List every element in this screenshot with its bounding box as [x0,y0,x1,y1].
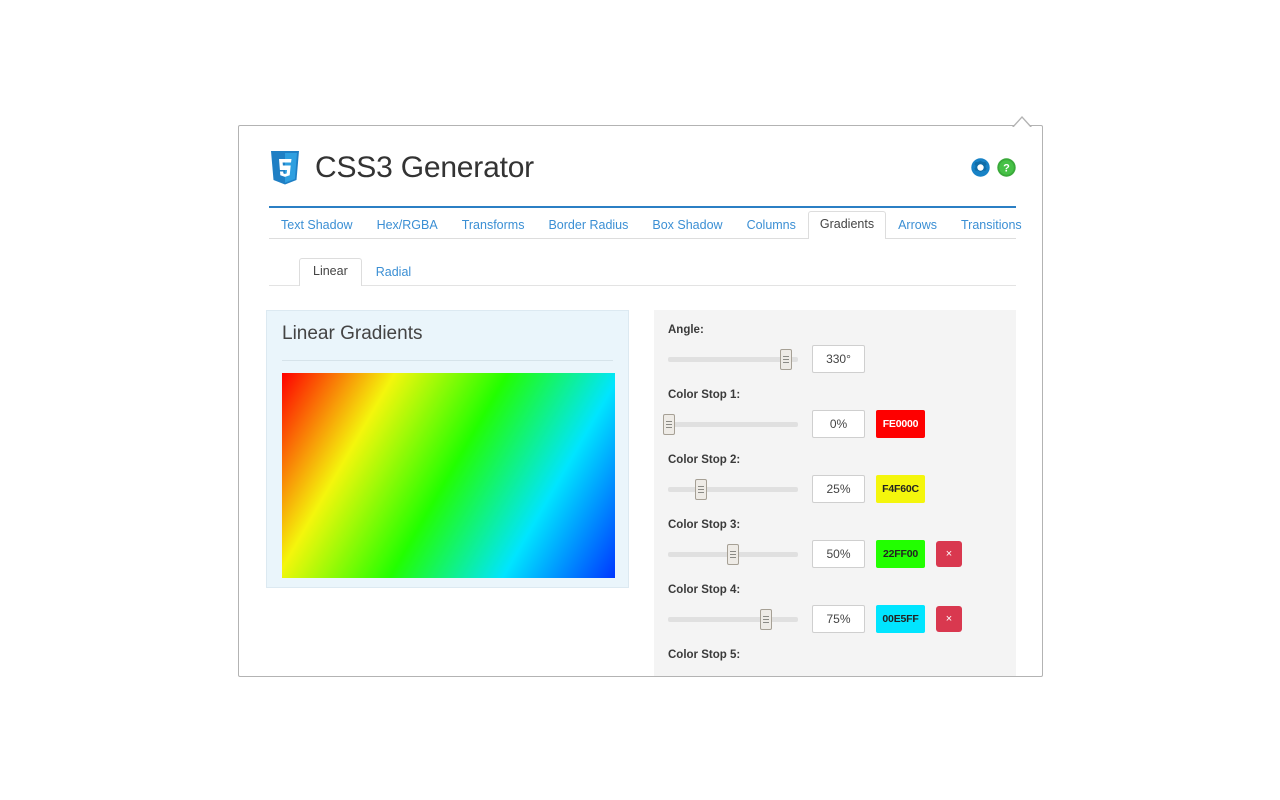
angle-slider[interactable] [668,346,798,372]
slider-handle[interactable] [759,609,772,630]
gradient-controls-panel: Angle: Color Stop 1: FE0000 Color Stop 2: F4… [654,310,1016,676]
color-stop-4-position-input[interactable] [812,605,865,633]
slider-handle[interactable] [727,544,739,565]
color-stop-1-color-swatch[interactable]: FE0000 [876,410,925,438]
angle-row [668,345,1016,373]
color-stop-2-position-input[interactable] [812,475,865,503]
color-stop-3-delete-button[interactable]: × [936,541,962,567]
header-icon-group: ? [971,158,1016,177]
page-title: CSS3 Generator [315,151,534,184]
app-header: CSS3 Generator ? [239,126,1042,206]
color-stop-2-color-swatch[interactable]: F4F60C [876,475,925,503]
help-icon[interactable]: ? [997,158,1016,177]
gear-icon[interactable] [971,158,990,177]
subtab-radial[interactable]: Radial [362,259,425,287]
color-stop-4-row: 00E5FF × [668,605,1016,633]
tab-gradients[interactable]: Gradients [807,210,887,239]
tab-box-shadow[interactable]: Box Shadow [640,212,734,240]
color-stop-1-slider[interactable] [663,411,798,437]
color-stop-3-color-swatch[interactable]: 22FF00 [876,540,925,568]
tab-border-radius[interactable]: Border Radius [536,212,640,240]
slider-handle[interactable] [694,479,707,500]
angle-input[interactable] [812,345,865,373]
preview-divider [282,360,613,361]
slider-track [668,617,798,622]
gradient-subtab-bar: Linear Radial [269,256,1016,286]
tab-transforms[interactable]: Transforms [450,212,537,240]
tab-arrows[interactable]: Arrows [886,212,949,240]
gradient-editor-body: Linear Gradients Angle: Color Stop 1: FE00… [266,310,1016,676]
slider-track [668,422,798,427]
color-stop-4-delete-button[interactable]: × [936,606,962,632]
svg-text:?: ? [1003,163,1010,175]
color-stop-2-slider[interactable] [668,476,798,502]
color-stop-3-row: 22FF00 × [668,540,1016,568]
gradient-preview-swatch [282,373,615,578]
color-stop-1-row: FE0000 [663,410,1016,438]
preview-title: Linear Gradients [282,323,423,344]
slider-track [668,487,798,492]
tab-text-shadow[interactable]: Text Shadow [269,212,365,240]
slider-track [668,357,798,362]
main-tab-bar: Text Shadow Hex/RGBA Transforms Border R… [269,208,1022,240]
tab-columns[interactable]: Columns [735,212,808,240]
tab-hex-rgba[interactable]: Hex/RGBA [365,212,450,240]
color-stop-2-row: F4F60C [668,475,1016,503]
css3-shield-icon [269,150,301,188]
slider-handle[interactable] [663,414,676,435]
gradient-preview-panel: Linear Gradients [266,310,629,588]
color-stop-2-label: Color Stop 2: [668,454,741,466]
subtab-linear[interactable]: Linear [299,257,362,286]
color-stop-3-slider[interactable] [668,541,798,567]
color-stop-5-label: Color Stop 5: [668,649,741,661]
color-stop-3-label: Color Stop 3: [668,519,741,531]
tab-transitions[interactable]: Transitions [949,212,1034,240]
css3-generator-window: CSS3 Generator ? Text Shadow Hex/RGBA Tr… [238,116,1043,677]
color-stop-1-label: Color Stop 1: [668,389,741,401]
color-stop-4-slider[interactable] [668,606,798,632]
color-stop-3-position-input[interactable] [812,540,865,568]
color-stop-4-label: Color Stop 4: [668,584,741,596]
slider-handle[interactable] [780,349,793,370]
color-stop-1-position-input[interactable] [812,410,865,438]
color-stop-4-color-swatch[interactable]: 00E5FF [876,605,925,633]
angle-label: Angle: [668,324,704,336]
